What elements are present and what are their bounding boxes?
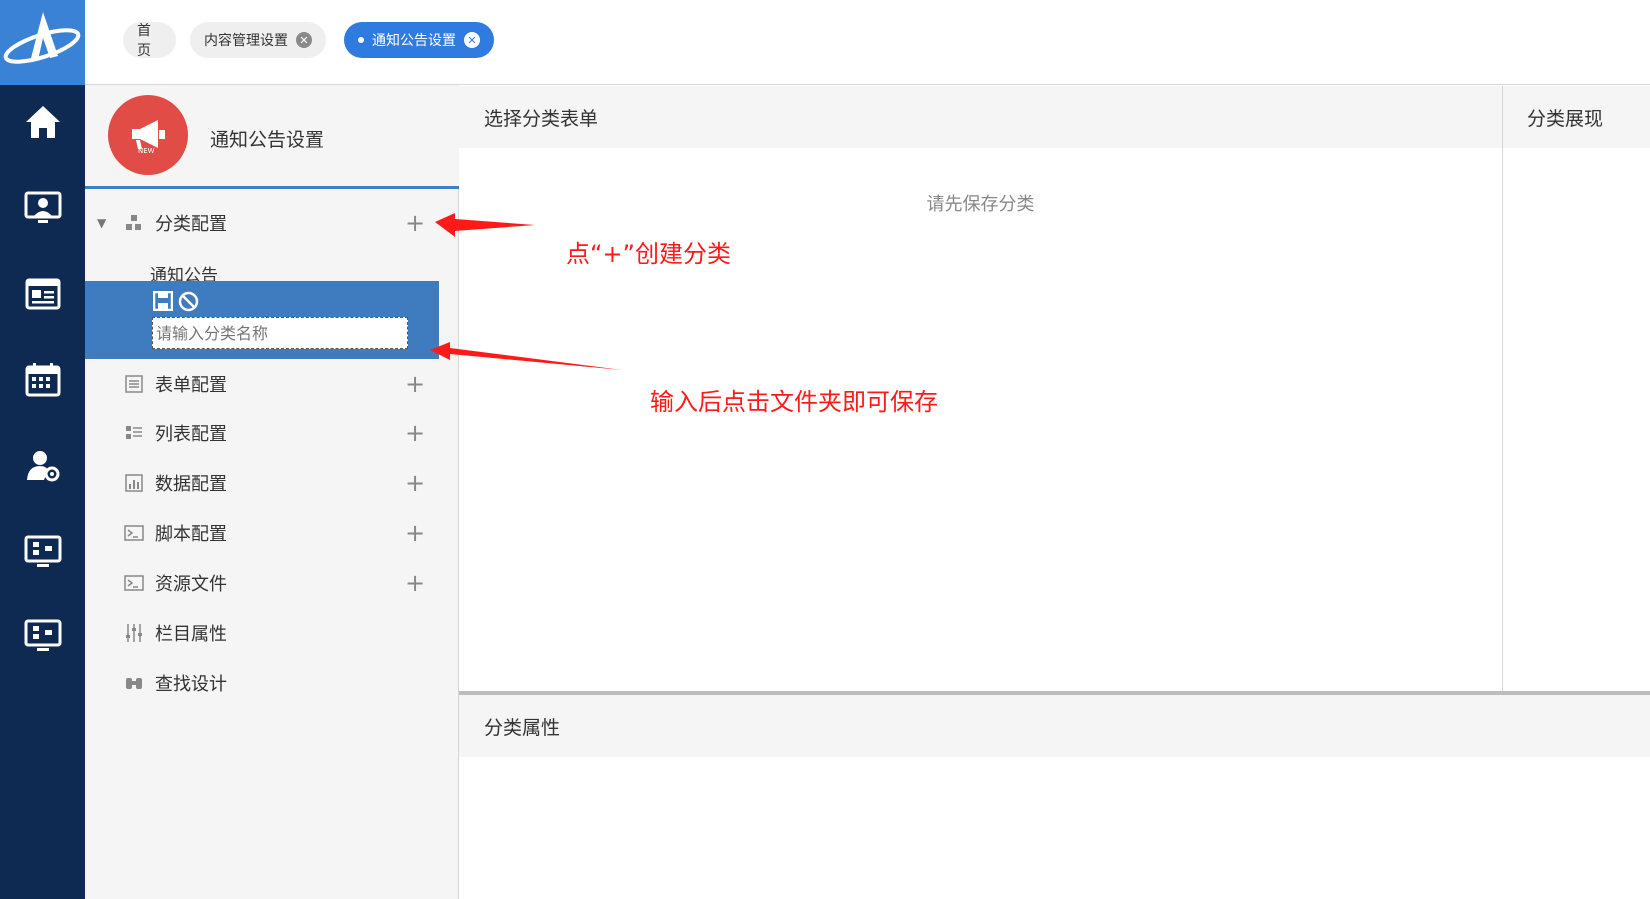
- annotation-plus-hint: 点“+”创建分类: [566, 240, 731, 268]
- annotation-arrows: [430, 213, 622, 370]
- annotation-save-hint: 输入后点击文件夹即可保存: [650, 388, 938, 416]
